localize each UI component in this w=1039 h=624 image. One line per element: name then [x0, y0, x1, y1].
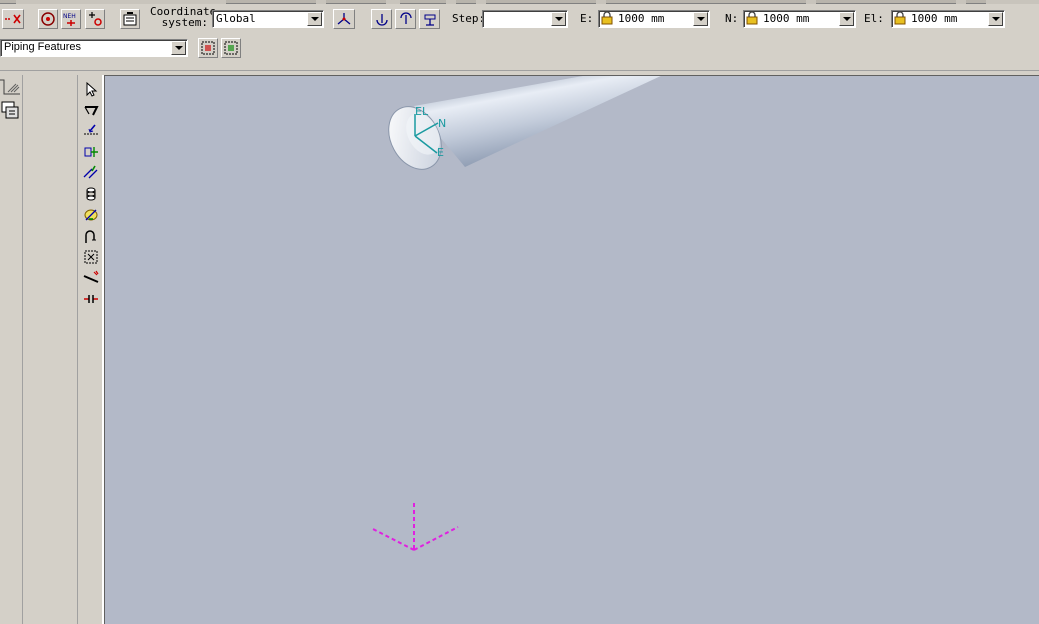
- e-label: E:: [580, 12, 594, 25]
- axis-lock-e-icon: [375, 14, 388, 26]
- insert-component-button[interactable]: [81, 121, 100, 140]
- arrow-pointer-icon: [86, 81, 97, 97]
- model-canvas[interactable]: EL N E: [105, 76, 1039, 624]
- insert-gasket-button[interactable]: [81, 289, 100, 308]
- insert-tap-cylinder-button[interactable]: [81, 184, 100, 203]
- piping-vertical-toolbar: [77, 75, 103, 624]
- pipe-turn-icon: [84, 229, 96, 243]
- n-label: N:: [725, 12, 739, 25]
- axis-label-e: E: [437, 146, 444, 159]
- coordinate-system-dropdown[interactable]: Global: [212, 10, 324, 28]
- axis-lock-el-icon: [424, 14, 435, 26]
- insert-support-button[interactable]: [81, 205, 100, 224]
- insert-gasket-icon: [83, 294, 98, 303]
- feature-filter-toolbar: Piping Features: [0, 34, 1039, 71]
- coordinate-label-line2: system:: [161, 16, 208, 29]
- coordinate-system-picker-button[interactable]: [333, 9, 355, 29]
- cancel-x-icon: [5, 14, 21, 24]
- lock-e-button[interactable]: [371, 9, 392, 29]
- e-coordinate-input[interactable]: 1000 mm: [598, 10, 710, 28]
- select-tool-button[interactable]: [81, 79, 100, 98]
- offset-point-button[interactable]: [85, 9, 105, 29]
- lock-icon[interactable]: [746, 12, 758, 25]
- insert-split-button[interactable]: [81, 142, 100, 161]
- insert-tap-icon: [83, 165, 97, 178]
- route-pipe-button[interactable]: [81, 100, 100, 119]
- step-label: Step:: [452, 12, 486, 25]
- insert-sloped-button[interactable]: [81, 268, 100, 287]
- copy-object-icon: [1, 101, 19, 119]
- n-coordinate-input[interactable]: 1000 mm: [743, 10, 856, 28]
- el-label: El:: [864, 12, 884, 25]
- chevron-down-icon[interactable]: [551, 12, 566, 26]
- placement-toolbar: NEH Coordinate system: Global Step: E: 1…: [0, 4, 1039, 34]
- chevron-down-icon[interactable]: [307, 12, 322, 26]
- insert-component-icon: [83, 123, 98, 134]
- properties-button[interactable]: [120, 9, 140, 29]
- offset-point-icon: [89, 12, 102, 26]
- pipe-segment[interactable]: [378, 76, 665, 178]
- insert-turn-button[interactable]: [81, 226, 100, 245]
- chevron-down-icon[interactable]: [693, 12, 708, 26]
- chevron-down-icon[interactable]: [171, 41, 186, 55]
- neh-coordinates-button[interactable]: NEH: [61, 9, 81, 29]
- insert-split-icon: [84, 146, 98, 157]
- el-coordinate-input[interactable]: 1000 mm: [891, 10, 1005, 28]
- coordinate-system-label: Coordinate system:: [150, 6, 216, 29]
- hatch-icon: [0, 79, 20, 95]
- left-panel: [0, 75, 23, 624]
- properties-icon: [123, 12, 137, 26]
- hatch-button[interactable]: [0, 78, 20, 96]
- step-dropdown[interactable]: [482, 10, 568, 28]
- target-point-marker[interactable]: [370, 503, 459, 551]
- coordinate-system-value: Global: [216, 12, 256, 25]
- route-pipe-icon: [83, 105, 99, 115]
- feature-filter-value: Piping Features: [4, 41, 82, 53]
- lock-icon[interactable]: [601, 12, 613, 25]
- insert-end-button[interactable]: [81, 247, 100, 266]
- axis-lock-n-icon: [399, 12, 412, 24]
- select-features-button[interactable]: [198, 38, 218, 58]
- insert-tap-button[interactable]: [81, 163, 100, 182]
- e-coordinate-value: 1000 mm: [618, 12, 665, 25]
- pinpoint-button[interactable]: [38, 9, 58, 29]
- graphic-view[interactable]: EL N E: [104, 75, 1039, 624]
- deselect-features-button[interactable]: [221, 38, 241, 58]
- coordinates-icon: NEH: [63, 13, 76, 26]
- axis-picker-icon: [337, 13, 351, 25]
- pinpoint-icon: [41, 12, 55, 26]
- insert-end-icon: [84, 250, 97, 263]
- axis-label-el: EL: [415, 105, 429, 118]
- cylinder-icon: [86, 187, 95, 200]
- select-features-icon: [201, 41, 215, 55]
- n-coordinate-value: 1000 mm: [763, 12, 810, 25]
- copy-object-button[interactable]: [0, 100, 20, 120]
- deselect-features-icon: [224, 41, 238, 55]
- insert-sloped-icon: [83, 270, 98, 283]
- lock-n-button[interactable]: [395, 9, 416, 29]
- feature-filter-dropdown[interactable]: Piping Features: [0, 39, 188, 57]
- lock-icon[interactable]: [894, 12, 906, 25]
- insert-support-icon: [84, 209, 97, 220]
- lock-el-button[interactable]: [419, 9, 440, 29]
- axis-label-n: N: [438, 117, 446, 130]
- chevron-down-icon[interactable]: [839, 12, 854, 26]
- svg-text:NEH: NEH: [63, 13, 76, 20]
- el-coordinate-value: 1000 mm: [911, 12, 958, 25]
- chevron-down-icon[interactable]: [988, 12, 1003, 26]
- cancel-placement-button[interactable]: [2, 9, 24, 29]
